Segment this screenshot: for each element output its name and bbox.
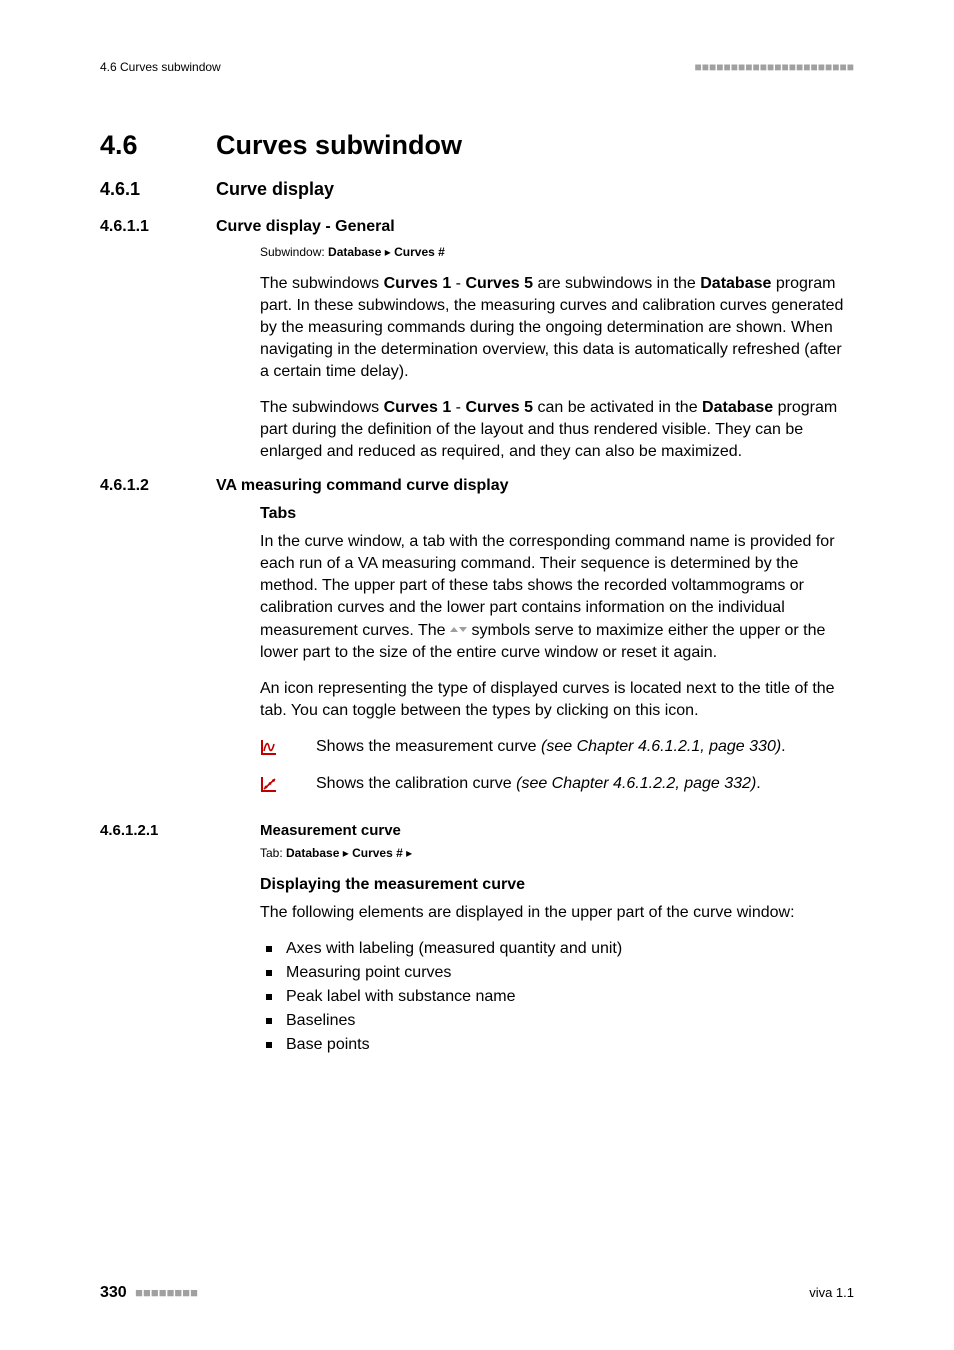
doc-version: viva 1.1 xyxy=(809,1285,854,1300)
heading-4-6-1-1: 4.6.1.1 Curve display - General xyxy=(100,218,854,236)
list-item: Base points xyxy=(260,1034,854,1056)
running-header-dashes: ■■■■■■■■■■■■■■■■■■■■■■ xyxy=(695,60,854,74)
paragraph: An icon representing the type of display… xyxy=(260,678,854,722)
heading-text: Measurement curve xyxy=(260,822,401,839)
list-item: Baselines xyxy=(260,1010,854,1032)
page-number: 330 ■■■■■■■■ xyxy=(100,1284,198,1302)
heading-4-6-1-2: 4.6.1.2 VA measuring command curve displ… xyxy=(100,477,854,495)
running-header-left: 4.6 Curves subwindow xyxy=(100,60,221,74)
icon-description-row: Shows the measurement curve (see Chapter… xyxy=(260,736,854,763)
breadcrumb-part: Database xyxy=(286,846,339,860)
breadcrumb-part: Database xyxy=(328,245,381,259)
heading-4-6-1: 4.6.1 Curve display xyxy=(100,179,854,200)
breadcrumb-part: Curves # xyxy=(352,846,403,860)
list-item: Axes with labeling (measured quantity an… xyxy=(260,938,854,960)
heading-text: Curve display xyxy=(216,179,334,200)
heading-text: VA measuring command curve display xyxy=(216,477,509,495)
breadcrumb-label: Subwindow: xyxy=(260,245,328,259)
heading-number: 4.6.1.2.1 xyxy=(100,822,260,839)
calibration-curve-icon xyxy=(260,773,316,800)
heading-text: Curves subwindow xyxy=(216,130,462,161)
icon-description: Shows the measurement curve (see Chapter… xyxy=(316,736,854,763)
heading-4-6-1-2-1: 4.6.1.2.1 Measurement curve xyxy=(100,822,854,839)
paragraph: In the curve window, a tab with the corr… xyxy=(260,531,854,663)
paragraph: The subwindows Curves 1 - Curves 5 are s… xyxy=(260,273,854,383)
paragraph: The subwindows Curves 1 - Curves 5 can b… xyxy=(260,397,854,463)
bullet-list: Axes with labeling (measured quantity an… xyxy=(260,938,854,1056)
breadcrumb-sep: ▸ xyxy=(403,846,412,860)
footer-dashes: ■■■■■■■■ xyxy=(135,1285,198,1300)
heading-number: 4.6.1 xyxy=(100,179,216,200)
breadcrumb-label: Tab: xyxy=(260,846,286,860)
icon-description-row: Shows the calibration curve (see Chapter… xyxy=(260,773,854,800)
heading-text: Curve display - General xyxy=(216,218,395,236)
heading-number: 4.6 xyxy=(100,130,216,161)
heading-number: 4.6.1.2 xyxy=(100,477,216,495)
list-item: Peak label with substance name xyxy=(260,986,854,1008)
breadcrumb-sep: ▸ xyxy=(381,245,394,259)
heading-number: 4.6.1.1 xyxy=(100,218,216,236)
list-item: Measuring point curves xyxy=(260,962,854,984)
running-header: 4.6 Curves subwindow ■■■■■■■■■■■■■■■■■■■… xyxy=(100,60,854,74)
measurement-curve-icon xyxy=(260,736,316,763)
paragraph: The following elements are displayed in … xyxy=(260,902,854,924)
display-heading: Displaying the measurement curve xyxy=(260,874,854,896)
heading-4-6: 4.6 Curves subwindow xyxy=(100,130,854,161)
breadcrumb-sep: ▸ xyxy=(339,846,352,860)
breadcrumb: Subwindow: Database ▸ Curves # xyxy=(260,244,854,261)
page-footer: 330 ■■■■■■■■ viva 1.1 xyxy=(100,1284,854,1302)
breadcrumb: Tab: Database ▸ Curves # ▸ xyxy=(260,845,854,862)
expand-collapse-icon xyxy=(450,627,467,632)
breadcrumb-part: Curves # xyxy=(394,245,445,259)
icon-description: Shows the calibration curve (see Chapter… xyxy=(316,773,854,800)
tabs-heading: Tabs xyxy=(260,503,854,525)
